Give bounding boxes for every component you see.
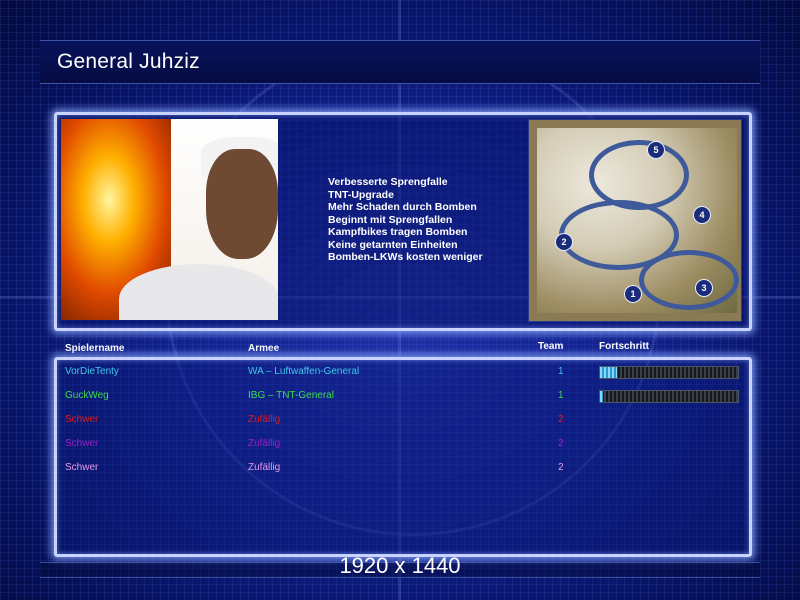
bonus-item: Bomben-LKWs kosten weniger: [328, 251, 483, 263]
player-name: GuckWeg: [65, 390, 109, 401]
player-name: Schwer: [65, 414, 99, 425]
player-army: WA – Luftwaffen-General: [248, 366, 360, 377]
player-team: 1: [558, 366, 564, 377]
bonus-item: Beginnt mit Sprengfallen: [328, 213, 453, 226]
start-position-marker: 3: [695, 279, 713, 297]
bonus-item: Verbesserte Sprengfalle: [328, 176, 448, 188]
player-name: Schwer: [65, 462, 99, 473]
player-army: Zufällig: [248, 438, 281, 449]
start-position-marker: 4: [693, 206, 711, 224]
column-header-team: Team: [538, 341, 564, 352]
player-name: VorDieTenty: [65, 366, 119, 377]
player-army: IBG – TNT-General: [248, 390, 334, 401]
bonus-item: Kampfbikes tragen Bomben: [328, 226, 468, 238]
bonus-item: Keine getarnten Einheiten: [328, 238, 458, 251]
column-header-player: Spielername: [65, 343, 125, 354]
player-team: 1: [558, 390, 564, 401]
progress-fill: [600, 391, 603, 402]
start-position-marker: 1: [624, 285, 642, 303]
player-team: 2: [558, 438, 564, 449]
resolution-label: 1920 x 1440: [339, 553, 461, 578]
bonus-item: Mehr Schaden durch Bomben: [328, 201, 477, 213]
column-header-army: Armee: [248, 343, 280, 354]
general-title: General Juhziz: [57, 50, 200, 73]
player-name: Schwer: [65, 438, 99, 449]
player-team: 2: [558, 462, 564, 473]
player-team: 2: [558, 414, 564, 425]
general-bonus-list: Verbesserte Sprengfalle TNT-Upgrade Mehr…: [328, 176, 483, 264]
loading-screen: General Juhziz Verbesserte Sprengfalle T…: [0, 0, 800, 600]
general-portrait: [61, 119, 278, 320]
start-position-marker: 2: [555, 233, 573, 251]
bonus-item: TNT-Upgrade: [328, 188, 394, 201]
player-army: Zufällig: [248, 414, 281, 425]
column-header-progress: Fortschritt: [599, 341, 649, 352]
progress-fill: [600, 367, 617, 378]
loading-progress-bar: [599, 390, 739, 403]
start-position-marker: 5: [647, 141, 665, 159]
loading-progress-bar: [599, 366, 739, 379]
player-list-panel: [54, 357, 752, 557]
player-army: Zufällig: [248, 462, 281, 473]
minimap: 1 2 3 4 5: [528, 119, 742, 322]
